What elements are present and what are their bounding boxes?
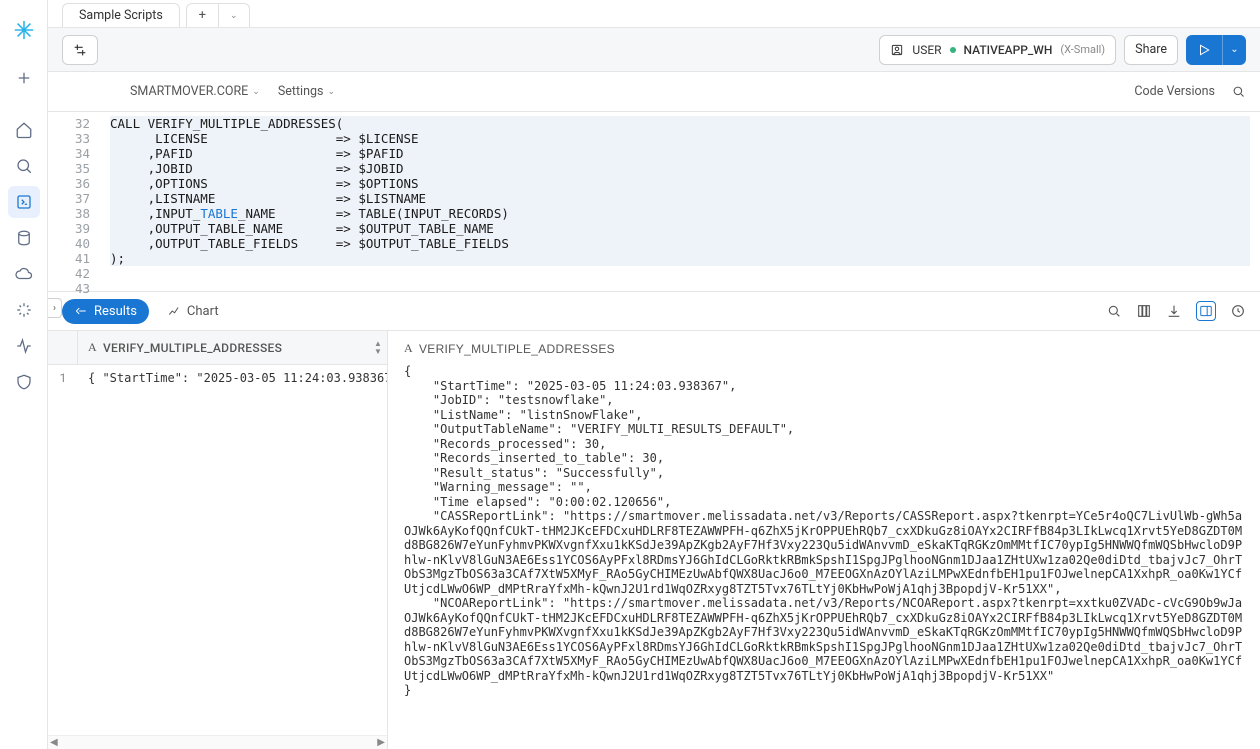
rail-expand-toggle[interactable]: › bbox=[48, 298, 62, 318]
detail-panel-icon[interactable] bbox=[1196, 301, 1216, 321]
run-button[interactable] bbox=[1186, 35, 1222, 65]
sparkle-icon[interactable] bbox=[8, 294, 40, 326]
activity-icon[interactable] bbox=[8, 330, 40, 362]
run-dropdown[interactable]: ⌄ bbox=[1222, 35, 1246, 65]
editor-search-icon[interactable] bbox=[1231, 84, 1246, 99]
history-icon[interactable] bbox=[1230, 301, 1246, 321]
tab-add-button[interactable]: + bbox=[186, 3, 218, 27]
warehouse-status-dot bbox=[950, 47, 956, 53]
schema-selector[interactable]: SMARTMOVER.CORE ⌄ bbox=[130, 84, 260, 99]
context-selector[interactable]: USER NATIVEAPP_WH (X-Small) bbox=[879, 35, 1116, 65]
role-label: USER bbox=[912, 43, 941, 57]
warehouse-size: (X-Small) bbox=[1060, 43, 1105, 56]
download-icon[interactable] bbox=[1166, 301, 1182, 321]
code-editor[interactable]: 32333435363738394041424344 CALL VERIFY_M… bbox=[48, 112, 1260, 292]
column-sort-icon[interactable]: ▲▼ bbox=[369, 340, 387, 356]
cloud-icon[interactable] bbox=[8, 258, 40, 290]
line-gutter: 32333435363738394041424344 bbox=[48, 112, 100, 291]
detail-panel: A VERIFY_MULTIPLE_ADDRESSES { "StartTime… bbox=[388, 331, 1260, 749]
settings-dropdown[interactable]: Settings ⌄ bbox=[278, 84, 335, 99]
results-body: A VERIFY_MULTIPLE_ADDRESSES ▲▼ 1 { "Star… bbox=[48, 330, 1260, 749]
database-icon[interactable] bbox=[8, 222, 40, 254]
editor-subbar: SMARTMOVER.CORE ⌄ Settings ⌄ Code Versio… bbox=[48, 72, 1260, 112]
home-icon[interactable] bbox=[8, 114, 40, 146]
columns-icon[interactable] bbox=[1136, 301, 1152, 321]
grid-scrollbar[interactable]: ◀ ▶ bbox=[48, 735, 387, 749]
results-grid: A VERIFY_MULTIPLE_ADDRESSES ▲▼ 1 { "Star… bbox=[48, 331, 388, 749]
main-area: Sample Scripts + ⌄ USER NATIVEAPP_WH (X-… bbox=[48, 0, 1260, 749]
results-search-icon[interactable] bbox=[1106, 301, 1122, 321]
tab-bar: Sample Scripts + ⌄ bbox=[48, 0, 1260, 28]
worksheets-icon[interactable] bbox=[8, 186, 40, 218]
tab-more-button[interactable]: ⌄ bbox=[218, 3, 250, 27]
column-header[interactable]: A VERIFY_MULTIPLE_ADDRESSES bbox=[78, 340, 369, 355]
share-button[interactable]: Share bbox=[1124, 35, 1178, 65]
chart-tab[interactable]: Chart bbox=[155, 299, 231, 324]
search-icon[interactable] bbox=[8, 150, 40, 182]
worksheet-toolbar: USER NATIVEAPP_WH (X-Small) Share ⌄ bbox=[48, 28, 1260, 72]
left-nav-rail bbox=[0, 0, 48, 749]
filter-icon[interactable] bbox=[62, 35, 98, 65]
add-icon[interactable] bbox=[8, 62, 40, 94]
detail-json[interactable]: { "StartTime": "2025-03-05 11:24:03.9383… bbox=[404, 364, 1244, 698]
worksheet-tab[interactable]: Sample Scripts bbox=[62, 3, 180, 27]
warehouse-name: NATIVEAPP_WH bbox=[964, 43, 1053, 57]
results-toolbar: Results Chart bbox=[48, 292, 1260, 330]
detail-header: VERIFY_MULTIPLE_ADDRESSES bbox=[419, 342, 615, 356]
logo-icon[interactable] bbox=[8, 12, 40, 48]
table-row[interactable]: 1 { "StartTime": "2025-03-05 11:24:03.93… bbox=[48, 365, 387, 391]
results-tab[interactable]: Results bbox=[62, 299, 149, 324]
shield-icon[interactable] bbox=[8, 366, 40, 398]
code-versions-button[interactable]: Code Versions bbox=[1134, 84, 1215, 99]
code-area[interactable]: CALL VERIFY_MULTIPLE_ADDRESSES( LICENSE … bbox=[100, 112, 1260, 291]
